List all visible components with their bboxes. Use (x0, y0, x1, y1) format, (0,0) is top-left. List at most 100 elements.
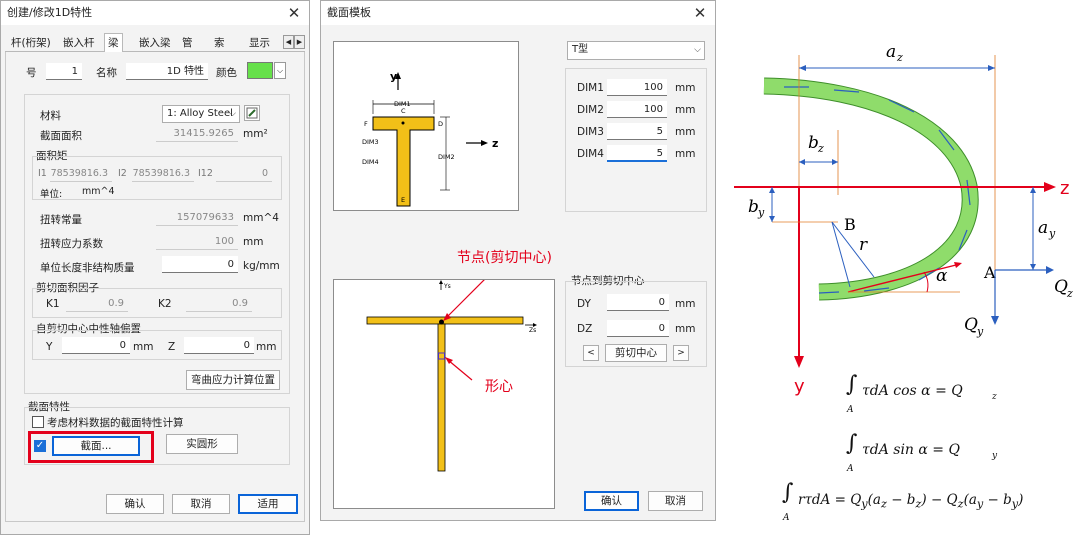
label-ay: a (1038, 218, 1048, 238)
mass-field[interactable]: 0 (162, 256, 238, 273)
tab-left-icon[interactable]: ◀ (283, 35, 294, 49)
k1-label: K1 (46, 298, 60, 310)
tab-strip: 杆(桁架) 嵌入杆 梁 嵌入梁 管 索 显示 ◀ ▶ (5, 33, 305, 53)
consider-material-label: 考虑材料数据的截面特性计算 (47, 417, 184, 429)
shear-center-button[interactable]: 剪切中心 (605, 344, 667, 362)
mass-unit: kg/mm (243, 260, 280, 272)
offset-z-unit: mm (256, 341, 277, 353)
property-dialog: 创建/修改1D特性 ✕ 杆(桁架) 嵌入杆 梁 嵌入梁 管 索 显示 ◀ ▶ 号… (0, 0, 310, 535)
mass-label: 单位长度非结构质量 (40, 262, 135, 274)
section-diagram: y DIM1 C F D DIM3 DIM4 E DIM2 z (333, 41, 519, 211)
material-edit-icon[interactable] (244, 105, 260, 121)
k1-value: 0.9 (66, 295, 128, 312)
material-label: 材料 (40, 110, 61, 122)
dz-unit: mm (675, 323, 696, 335)
diagram-y-label: y (390, 70, 397, 83)
dim2-unit: mm (675, 104, 696, 116)
unit-label: 单位: (40, 189, 63, 200)
diagram-f: F (364, 120, 368, 128)
bending-stress-button[interactable]: 弯曲应力计算位置 (186, 370, 280, 390)
dim2-field[interactable]: 100 (607, 101, 667, 118)
property-dialog-title: 创建/修改1D特性 (7, 6, 93, 19)
dim4-unit: mm (675, 148, 696, 160)
area-value: 31415.9265 (156, 125, 238, 142)
next-button[interactable]: > (673, 345, 689, 361)
z-label: Z (168, 341, 176, 353)
torsion-stress-label: 扭转应力系数 (40, 238, 103, 250)
tab-scroll: ◀ ▶ (283, 35, 305, 49)
tab-display[interactable]: 显示 (249, 35, 270, 52)
dim3-field[interactable]: 5 (607, 123, 667, 140)
k2-label: K2 (158, 298, 172, 310)
section-template-titlebar: 截面模板 ✕ (321, 1, 715, 25)
i12-label: I12 (198, 168, 213, 179)
dy-field[interactable]: 0 (607, 294, 669, 311)
color-dropdown-icon[interactable]: ⌵ (274, 62, 286, 79)
tab-cable[interactable]: 索 (214, 35, 225, 52)
material-value: 1: Alloy Steel (167, 108, 233, 119)
cancel-button[interactable]: 取消 (648, 491, 703, 511)
consider-material-checkbox[interactable] (32, 416, 44, 428)
tab-embedded-beam[interactable]: 嵌入梁 (139, 35, 171, 52)
number-field[interactable]: 1 (46, 63, 82, 80)
label-az: a (886, 42, 896, 62)
ok-button[interactable]: 确认 (106, 494, 164, 514)
integral-sub-1: A (847, 405, 854, 415)
section-checkbox[interactable]: ✓ (34, 440, 46, 452)
offset-z-field[interactable]: 0 (184, 337, 254, 354)
prev-button[interactable]: < (583, 345, 599, 361)
tab-right-icon[interactable]: ▶ (294, 35, 305, 49)
eq3-part-a: rτdA = Q (798, 492, 862, 508)
tab-pipe[interactable]: 管 (182, 35, 193, 52)
dim3-unit: mm (675, 126, 696, 138)
color-label: 颜色 (216, 67, 237, 79)
dz-field[interactable]: 0 (607, 320, 669, 337)
equation-1-sub: z (992, 392, 997, 402)
diagram-dim4: DIM4 (362, 158, 379, 166)
close-icon[interactable]: ✕ (287, 1, 301, 25)
label-by-sub: y (757, 206, 765, 219)
material-select[interactable]: 1: Alloy Steel ⌵ (162, 105, 240, 123)
i2-value: 78539816.3 (132, 165, 194, 182)
name-field[interactable]: 1D 特性 (126, 63, 208, 80)
section-preview: Ys Zs (333, 269, 555, 509)
tab-embedded-bar[interactable]: 嵌入杆 (63, 35, 95, 52)
annotation-node: 节点(剪切中心) (457, 250, 552, 266)
dim4-label: DIM4 (577, 148, 604, 160)
solid-circle-button[interactable]: 实圆形 (166, 434, 238, 454)
beam-panel: 号 1 名称 1D 特性 颜色 ⌵ 材料 1: Alloy Steel ⌵ 截面… (5, 52, 305, 522)
i2-label: I2 (118, 168, 127, 179)
label-qy: Q (964, 315, 978, 335)
section-preview-svg: Ys Zs (366, 269, 537, 472)
section-type-value: T型 (572, 44, 589, 55)
preview-ys-label: Ys (443, 283, 451, 290)
close-icon[interactable]: ✕ (693, 1, 707, 25)
label-alpha: α (936, 266, 948, 286)
color-swatch[interactable] (247, 62, 273, 79)
annotation-centroid: 形心 (485, 379, 513, 395)
chevron-down-icon: ⌵ (694, 45, 701, 55)
integral-sign-2: ∫ (846, 431, 858, 456)
i1-value: 78539816.3 (50, 165, 112, 182)
label-qz-sub: z (1066, 287, 1073, 300)
torsion-stress-unit: mm (243, 236, 264, 248)
ok-button[interactable]: 确认 (584, 491, 639, 511)
torsion-stress-value: 100 (156, 233, 238, 250)
offset-y-field[interactable]: 0 (62, 337, 130, 354)
tab-beam[interactable]: 梁 (104, 33, 123, 53)
eq3-part-b: (a (867, 492, 881, 508)
section-type-select[interactable]: T型 ⌵ (567, 41, 705, 60)
tab-truss[interactable]: 杆(桁架) (11, 35, 51, 52)
number-label: 号 (26, 67, 37, 79)
cancel-button[interactable]: 取消 (172, 494, 230, 514)
section-button[interactable]: 截面... (52, 436, 140, 456)
apply-button[interactable]: 适用 (238, 494, 298, 514)
dim4-field[interactable]: 5 (607, 145, 667, 162)
integral-sub-3: A (783, 513, 790, 523)
eq3-part-f: − b (983, 492, 1012, 508)
integral-sign-3: ∫ (782, 480, 794, 505)
chevron-down-icon: ⌵ (229, 109, 236, 119)
dim1-field[interactable]: 100 (607, 79, 667, 96)
dim1-unit: mm (675, 82, 696, 94)
section-template-dialog: 截面模板 ✕ y DIM1 C F D DIM3 DIM4 E DIM2 z T… (320, 0, 716, 521)
